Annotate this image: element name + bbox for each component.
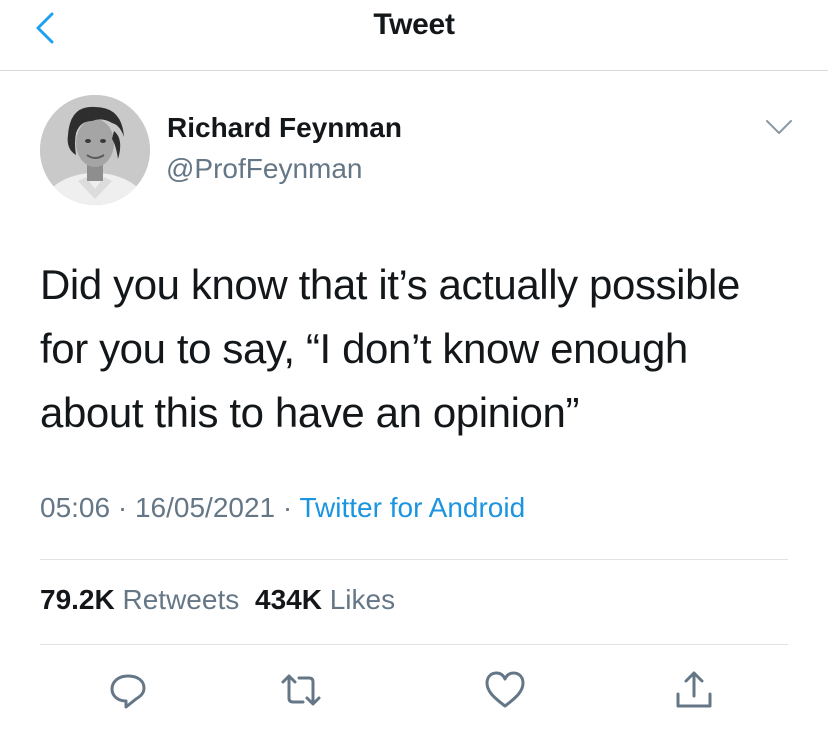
retweets-count: 79.2K: [40, 584, 115, 615]
page-title: Tweet: [373, 8, 455, 41]
tweet-detail-screen: Tweet Richard Feynman @ProfFeynman Did y…: [0, 0, 828, 754]
tweet-text-line: Did you know that it’s actually possible: [40, 261, 740, 308]
tweet-text-line: about this to have an opinion”: [40, 389, 580, 436]
likes-count: 434K: [255, 584, 322, 615]
share-icon: [676, 671, 712, 708]
tweet-time: 05:06: [40, 492, 111, 523]
meta-separator: ·: [110, 492, 135, 523]
reply-icon: [110, 674, 146, 709]
chevron-down-icon: [766, 120, 792, 134]
retweet-icon: [281, 674, 321, 706]
retweets-label: Retweets: [122, 584, 240, 615]
likes-label: Likes: [329, 584, 396, 615]
tweet-options-button[interactable]: [764, 116, 794, 138]
like-button[interactable]: [483, 668, 527, 712]
reply-button[interactable]: [106, 668, 150, 712]
top-navigation-bar: Tweet: [0, 0, 828, 71]
avatar[interactable]: [40, 95, 150, 205]
tweet-stats: 79.2K Retweets 434K Likes: [40, 584, 403, 616]
retweet-button[interactable]: [279, 668, 323, 712]
tweet-text-line: for you to say, “I don’t know enough: [40, 325, 688, 372]
divider: [40, 559, 788, 560]
author-display-name[interactable]: Richard Feynman: [167, 112, 402, 144]
tweet-date: 16/05/2021: [134, 492, 276, 523]
author-handle[interactable]: @ProfFeynman: [166, 153, 363, 185]
tweet-text: Did you know that it’s actually possible…: [40, 253, 810, 445]
tweet-metadata: 05:06 · 16/05/2021 · Twitter for Android: [40, 492, 525, 524]
tweet-source-link[interactable]: Twitter for Android: [300, 492, 526, 523]
like-heart-icon: [485, 671, 525, 708]
retweets-stat[interactable]: 79.2K Retweets: [40, 584, 239, 615]
divider: [40, 644, 788, 645]
share-button[interactable]: [672, 668, 716, 712]
profile-photo: [40, 95, 150, 205]
likes-stat[interactable]: 434K Likes: [255, 584, 395, 615]
meta-separator: ·: [275, 492, 300, 523]
